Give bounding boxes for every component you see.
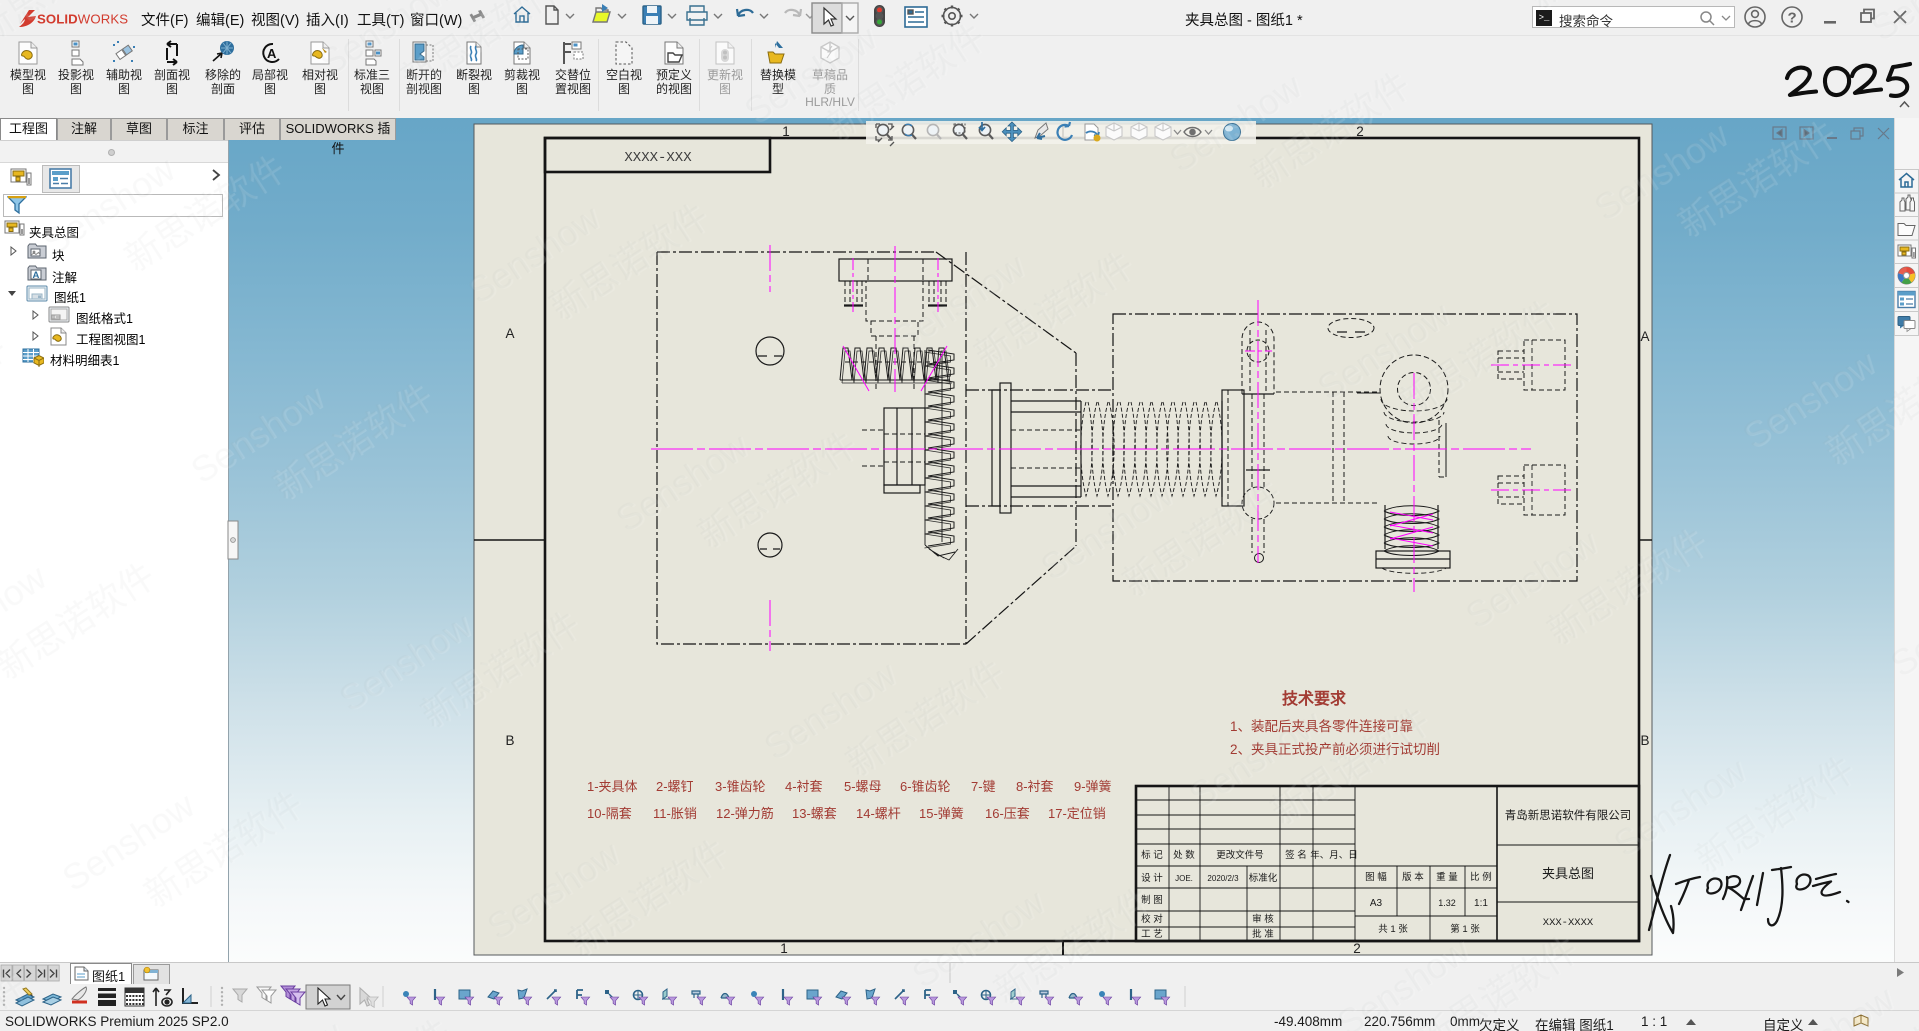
svg-text:A: A	[33, 270, 40, 281]
svg-text:SOLIDWORKS: SOLIDWORKS	[37, 12, 128, 27]
svg-text:?: ?	[1788, 10, 1797, 27]
svg-text:A: A	[267, 46, 277, 61]
